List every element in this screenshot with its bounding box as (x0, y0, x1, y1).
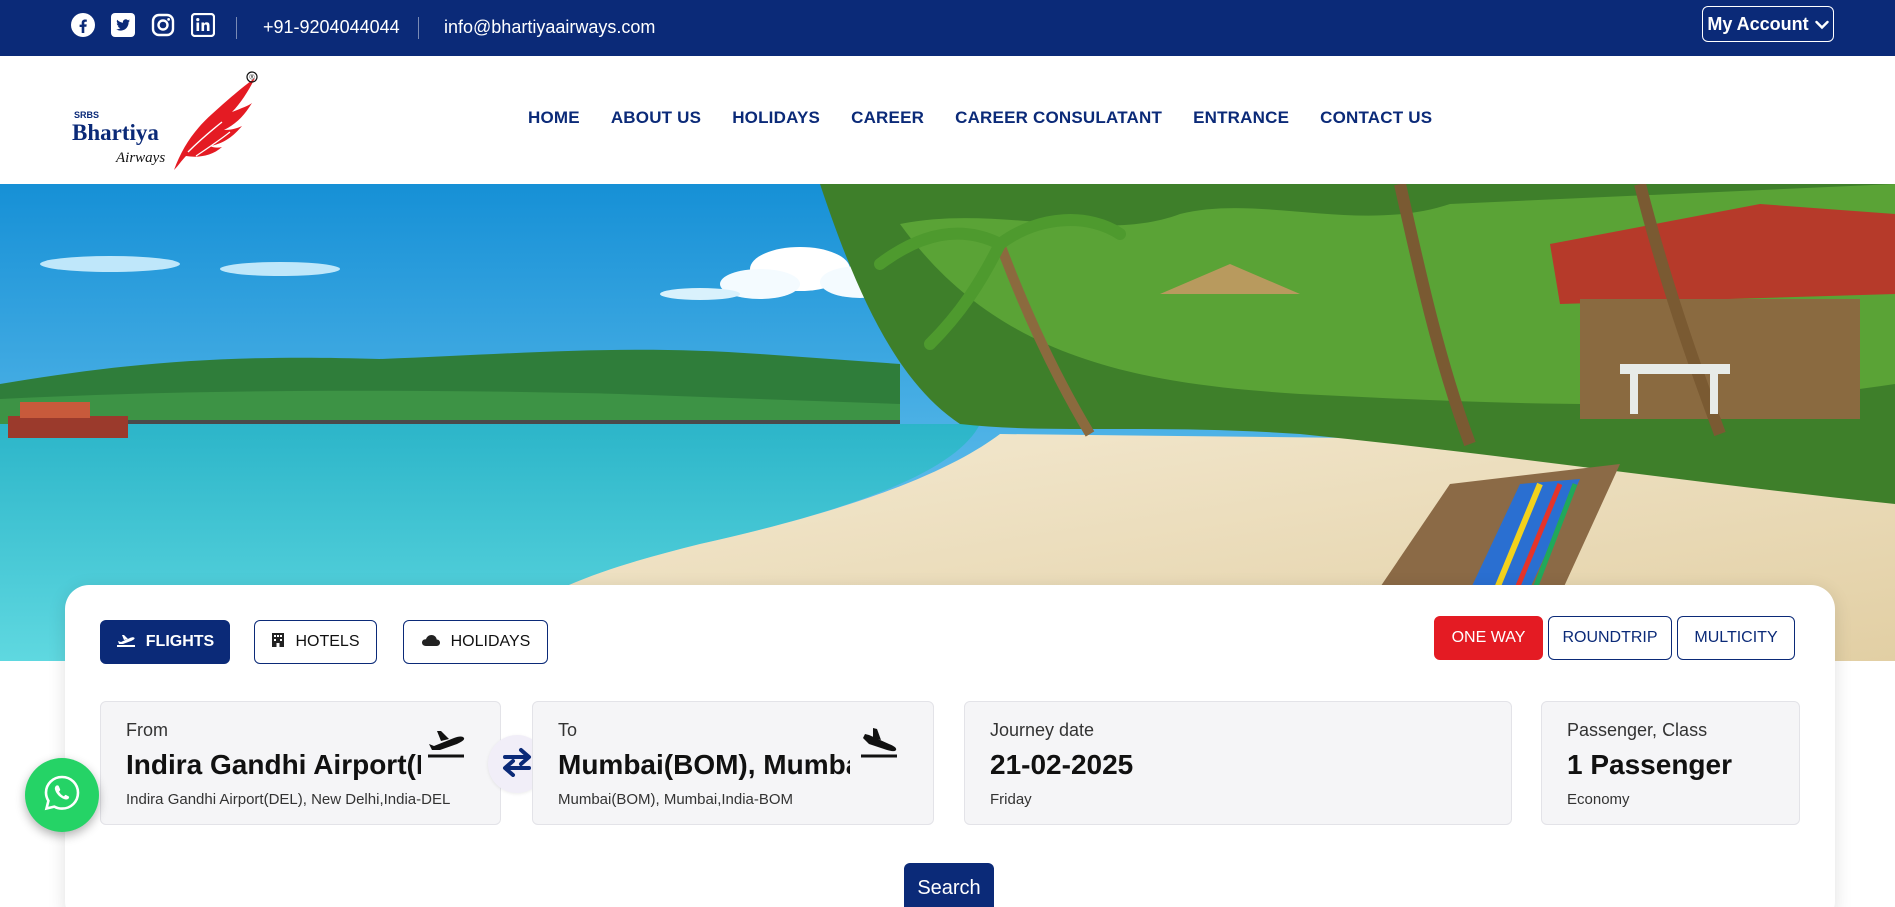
trip-multicity[interactable]: MULTICITY (1677, 616, 1795, 660)
divider (418, 17, 419, 39)
trip-roundtrip[interactable]: ROUNDTRIP (1548, 616, 1672, 660)
cloud-icon (421, 633, 441, 652)
nav-home[interactable]: HOME (528, 108, 580, 128)
tab-flights[interactable]: FLIGHTS (100, 620, 230, 664)
from-field[interactable]: From Indira Gandhi Airport(DEL), New Del… (100, 701, 501, 825)
journey-date-value: 21-02-2025 (990, 749, 1134, 780)
nav-entrance[interactable]: ENTRANCE (1193, 108, 1289, 128)
journey-day: Friday (990, 791, 1032, 808)
tab-hotels[interactable]: HOTELS (254, 620, 377, 664)
passenger-class-label: Passenger, Class (1567, 720, 1708, 740)
nav-about-us[interactable]: ABOUT US (611, 108, 701, 128)
facebook-icon[interactable] (70, 12, 96, 38)
landing-icon (859, 726, 899, 763)
to-field[interactable]: To Mumbai(BOM), Mumbai Mumbai(BOM), Mumb… (532, 701, 934, 825)
plane-icon (116, 632, 136, 653)
passenger-class-field[interactable]: Passenger, Class 1 Passenger Economy (1541, 701, 1800, 825)
logo-name: Bhartiya (72, 120, 159, 145)
journey-date-field[interactable]: Journey date 21-02-2025 Friday (964, 701, 1512, 825)
registered-mark: ® (249, 74, 255, 82)
flight-search-card: FLIGHTS HOTELS HOLIDAYS ONE WAY ROUNDTRI… (65, 585, 1835, 907)
passenger-count: 1 Passenger (1567, 749, 1732, 780)
whatsapp-chat-button[interactable] (25, 758, 99, 832)
twitter-icon[interactable] (110, 12, 136, 38)
journey-date-label: Journey date (990, 720, 1095, 740)
social-links (70, 12, 216, 38)
tab-hotels-label: HOTELS (295, 633, 360, 650)
to-detail: Mumbai(BOM), Mumbai,India-BOM (558, 791, 794, 808)
chevron-down-icon (1814, 14, 1829, 35)
logo-small-text: SRBS (74, 110, 99, 120)
linkedin-icon[interactable] (190, 12, 216, 38)
trip-one-way[interactable]: ONE WAY (1434, 616, 1543, 660)
my-account-dropdown[interactable]: My Account (1702, 6, 1834, 42)
takeoff-icon (426, 726, 466, 763)
from-value: Indira Gandhi Airport(DEL), New Delhi (126, 749, 421, 780)
instagram-icon[interactable] (150, 12, 176, 38)
hotel-icon (271, 632, 285, 653)
to-value: Mumbai(BOM), Mumbai (558, 749, 850, 780)
top-bar: +91-9204044044 info@bhartiyaairways.com … (0, 0, 1895, 56)
logo-script: Airways (115, 150, 165, 166)
swap-arrows-icon (501, 747, 533, 782)
tab-flights-label: FLIGHTS (145, 633, 215, 650)
my-account-label: My Account (1707, 13, 1809, 34)
logo-graphic: ® SRBS Bhartiya Airways (72, 71, 258, 170)
search-button[interactable]: Search (904, 863, 994, 907)
phone-number[interactable]: +91-9204044044 (263, 17, 400, 38)
brand-logo[interactable]: ® SRBS Bhartiya Airways (72, 70, 262, 170)
nav-career[interactable]: CAREER (851, 108, 924, 128)
nav-career-consultant[interactable]: CAREER CONSULATANT (955, 108, 1162, 128)
nav-contact-us[interactable]: CONTACT US (1320, 108, 1432, 128)
from-label: From (126, 720, 168, 740)
whatsapp-icon (43, 774, 81, 817)
from-detail: Indira Gandhi Airport(DEL), New Delhi,In… (126, 791, 451, 808)
nav-holidays[interactable]: HOLIDAYS (732, 108, 820, 128)
email-address[interactable]: info@bhartiyaairways.com (444, 17, 655, 38)
main-nav: HOME ABOUT US HOLIDAYS CAREER CAREER CON… (528, 108, 1432, 128)
travel-class: Economy (1567, 791, 1630, 808)
tab-holidays-label: HOLIDAYS (450, 633, 531, 650)
divider (236, 17, 237, 39)
site-header: ® SRBS Bhartiya Airways HOME ABOUT US HO… (0, 56, 1895, 184)
tab-holidays[interactable]: HOLIDAYS (403, 620, 548, 664)
to-label: To (558, 720, 578, 740)
